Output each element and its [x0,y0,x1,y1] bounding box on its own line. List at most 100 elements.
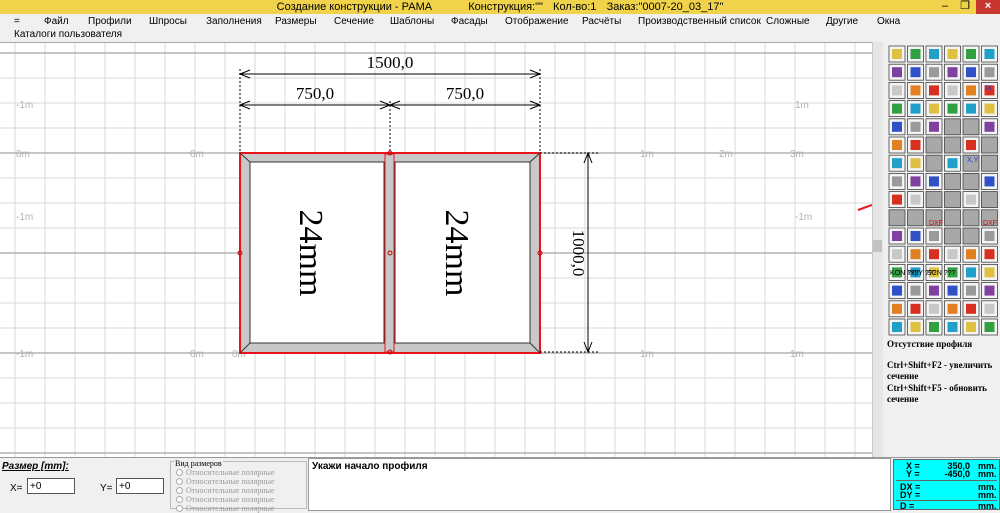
dimension-icon[interactable] [944,172,961,190]
tool-glyph-icon [892,67,902,78]
tool-glyph-icon [892,158,902,169]
status-area: Укажи начало профиля [308,458,891,511]
calc-icon[interactable] [944,118,961,136]
dim-right-width[interactable]: 750,0 [446,84,484,103]
x-input[interactable] [27,478,75,494]
grid-label: -1m [16,349,33,360]
drawing-canvas[interactable]: -1m 0m -1m -1m 0m 1m 2m 3m 0m 0m 1m 1m -… [0,42,872,457]
scrollbar-thumb[interactable] [873,240,882,252]
count-label: Кол-во:1 [553,1,597,13]
menu-item-production-list[interactable]: Производственный список [638,15,761,29]
impost[interactable] [384,153,395,353]
coord-y-unit: mm. [978,469,997,479]
section-icon[interactable] [962,118,980,136]
tool-glyph-icon [984,176,995,187]
tool-glyph-icon [910,140,921,150]
view-option[interactable]: Относительные полярные [176,504,275,513]
dim-total-width[interactable]: 1500,0 [367,53,414,72]
view-option[interactable]: Относительные полярные [176,495,275,504]
y-input[interactable] [116,478,164,494]
xy-icon[interactable]: X,Y [967,157,979,164]
tool-glyph-icon [910,67,921,78]
tool-glyph-icon [892,176,902,187]
tool-glyph-icon [929,231,939,241]
menu-item-system[interactable]: = [14,15,20,29]
construction-label: Конструкция:"" [468,1,543,13]
menu-bar: = Файл Профили Шпросы Заполнения Размеры… [0,14,1000,42]
zoom-in-icon[interactable] [925,136,943,154]
window-title: Создание конструкции - РАМА [276,1,433,13]
tool-grid-svg: KON ??? IX|IY ??? SCN ??? DXF DXF IX X,Y [883,45,998,336]
dxf-icon[interactable]: DXF [929,220,943,227]
check-icon[interactable] [981,136,998,154]
dimension-icon[interactable] [962,227,980,245]
grid-label: -1m [16,100,33,111]
delete-icon[interactable] [907,209,924,227]
menu-item-facades[interactable]: Фасады [451,15,488,29]
radio-icon[interactable] [176,487,183,494]
zoom-in-icon[interactable] [944,191,961,209]
maximize-button[interactable]: ❐ [954,0,976,14]
grid-label: 2m [719,149,733,160]
zoom-icon[interactable] [925,191,943,209]
tool-glyph-icon [929,49,939,59]
undo-icon[interactable] [981,191,998,209]
fill-icon[interactable] [944,227,961,245]
menu-item-templates[interactable]: Шаблоны [390,15,434,29]
grid-label: 0m [190,149,204,160]
tool-glyph-icon [910,285,921,296]
radio-icon[interactable] [176,478,183,485]
profile-icon[interactable] [944,209,961,227]
view-option[interactable]: Относительные полярные [176,486,275,495]
check-icon[interactable] [888,209,906,227]
menu-item-shprosy[interactable]: Шпросы [149,15,187,29]
menu-item-windows[interactable]: Окна [877,15,900,29]
grid-label: 1m [640,149,654,160]
calc-icon[interactable] [962,172,980,190]
profile-icon[interactable] [925,154,943,172]
view-option[interactable]: Относительные полярные [176,477,275,486]
coord-divider [896,480,997,481]
coord-y-label: Y = [906,469,920,479]
menu-item-file[interactable]: Файл [44,15,69,29]
bottom-panel: Размер [mm]: X= Y= Вид размеров Относите… [0,457,1000,513]
glass-icon[interactable] [981,154,998,172]
tool-glyph-icon [910,322,921,332]
radio-icon[interactable] [176,496,183,503]
dim-left-width[interactable]: 750,0 [296,84,334,103]
grid-label: 3m [790,149,804,160]
tool-glyph-icon [910,194,921,205]
tool-text-labels: KON ??? IX|IY ??? SCN ??? DXF DXF IX X,Y [890,85,997,277]
menu-item-complex[interactable]: Сложные [766,15,810,29]
tool-scn-label[interactable]: SCN ??? [927,270,956,277]
menu-item-section[interactable]: Сечение [334,15,374,29]
tool-glyph-icon [910,85,921,96]
menu-item-other[interactable]: Другие [826,15,858,29]
tool-glyph-icon [947,103,958,114]
menu-item-user-catalogs[interactable]: Каталоги пользователя [14,28,122,42]
tool-glyph-icon [892,140,902,150]
minimize-button[interactable]: – [934,0,956,14]
tool-glyph-icon [892,285,902,296]
tool-glyph-icon [947,67,958,78]
radio-icon[interactable] [176,505,183,512]
tool-glyph-icon [910,303,921,314]
radio-icon[interactable] [176,469,183,476]
tool-glyph-icon [984,67,995,78]
tool-glyph-icon [966,194,976,205]
window-frame[interactable]: 24mm 24mm [237,150,543,355]
ix-icon[interactable]: IX [985,85,992,92]
menu-item-display[interactable]: Отображение [505,15,569,29]
impost-icon[interactable] [962,209,980,227]
menu-item-profiles[interactable]: Профили [88,15,132,29]
menu-item-dimensions[interactable]: Размеры [275,15,317,29]
view-option[interactable]: Относительные полярные [176,468,275,477]
dxf-icon[interactable]: DXF [983,220,997,227]
close-button[interactable]: × [976,0,1000,14]
menu-item-calculations[interactable]: Расчёты [582,15,621,29]
zoom-out-icon[interactable] [944,136,961,154]
tool-glyph-icon [966,49,976,59]
tool-glyph-icon [910,231,921,241]
menu-item-fillings[interactable]: Заполнения [206,15,262,29]
dim-height[interactable]: 1000,0 [569,230,588,277]
